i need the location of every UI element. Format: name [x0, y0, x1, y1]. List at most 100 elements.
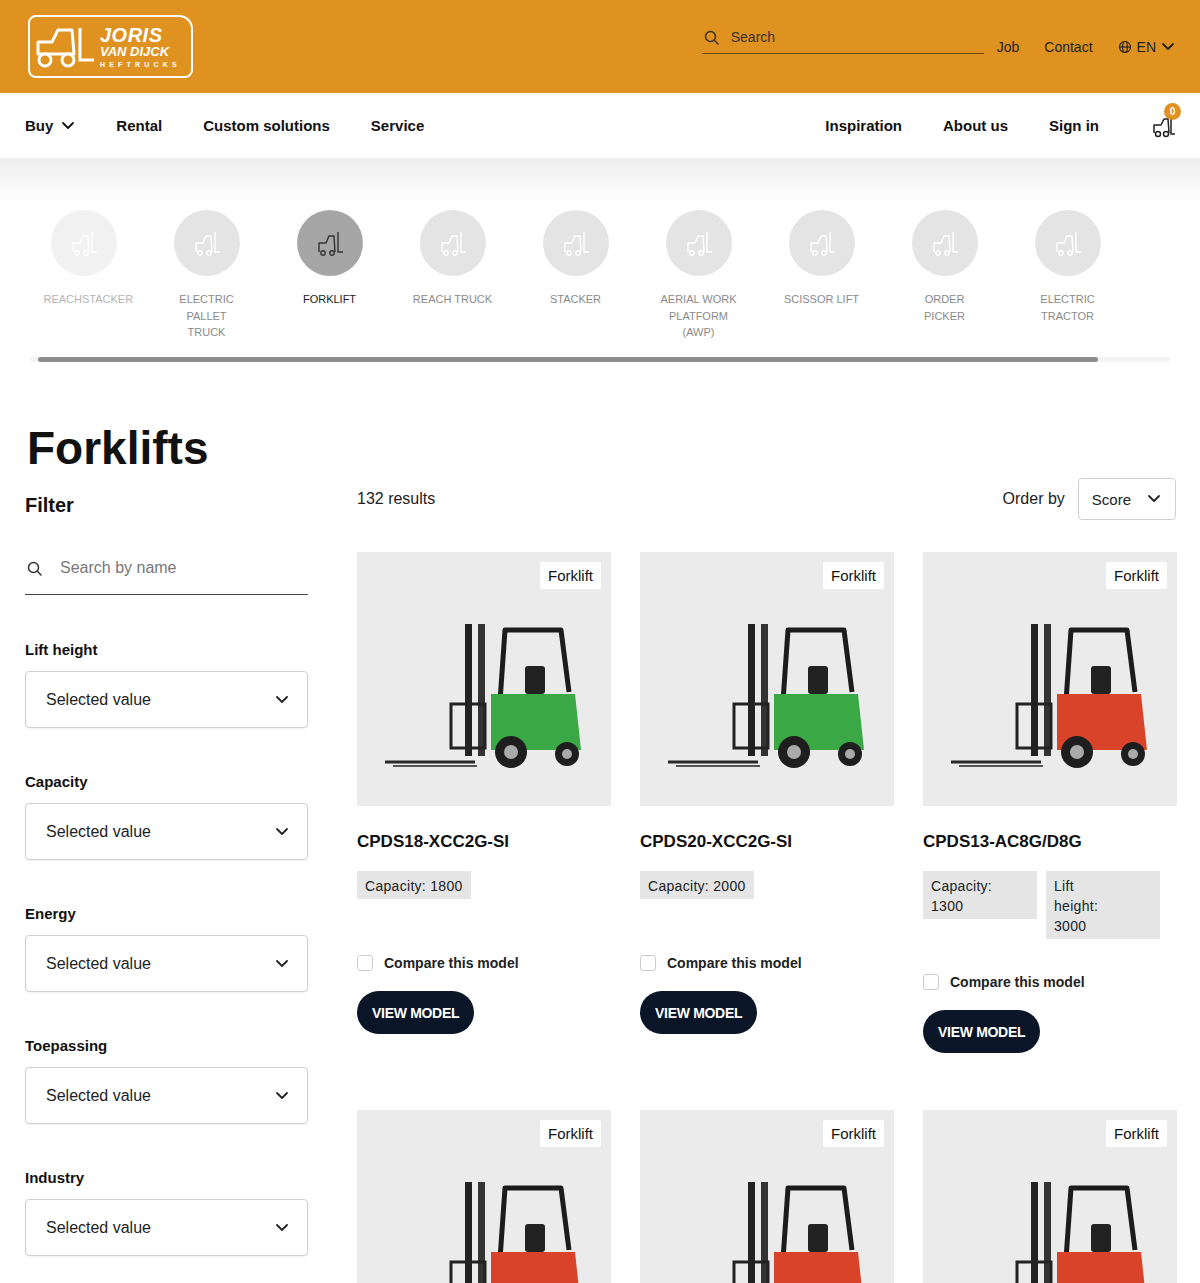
forklift-image-icon	[379, 1174, 589, 1283]
nav-label: Rental	[116, 117, 162, 134]
filter-select[interactable]: Selected value	[25, 671, 308, 728]
category-label: REACH TRUCK	[413, 291, 493, 308]
chevron-down-icon	[275, 957, 289, 971]
compare-option[interactable]: Compare this model	[923, 973, 1177, 991]
nav-link[interactable]: Inspiration	[825, 117, 902, 134]
filter-select[interactable]: Selected value	[25, 935, 308, 992]
category-vehicle-icon	[69, 228, 99, 258]
compare-label: Compare this model	[950, 973, 1085, 991]
category-item[interactable]: REACHSTACKER	[22, 210, 145, 341]
results-bar: 132 results Order by Score	[357, 478, 1176, 520]
chevron-down-icon	[61, 119, 75, 133]
product-grid: Forklift CPDS18-XCC2G-SI Capacity: 1800 Com…	[357, 552, 1176, 1283]
category-row: REACHSTACKERELECTRIC PALLET TRUCK FORKLIF…	[0, 210, 1200, 341]
category-item[interactable]: SCISSOR LIFT	[760, 210, 883, 341]
product-title[interactable]: CPDS13-AC8G/D8G	[923, 832, 1177, 852]
chevron-down-icon	[1161, 40, 1175, 54]
forklift-image-icon-wrap	[945, 616, 1155, 776]
filter-group: Toepassing Selected value	[25, 1036, 308, 1124]
results-count: 132 results	[357, 490, 435, 508]
category-label: FORKLIFT	[290, 291, 370, 308]
language-selector[interactable]: EN	[1118, 39, 1175, 55]
filter-select[interactable]: Selected value	[25, 1199, 308, 1256]
logo-text: JORISVAN DIJCKHEFTRUCKS	[100, 25, 181, 68]
category-circle	[420, 210, 486, 276]
compare-checkbox[interactable]	[923, 974, 939, 990]
nav-link[interactable]: Rental	[116, 117, 162, 134]
product-image[interactable]: Forklift	[640, 1110, 894, 1283]
category-vehicle-icon-wrap	[684, 228, 714, 258]
nav-label: Sign in	[1049, 117, 1099, 134]
top-link[interactable]: Contact	[1044, 39, 1092, 55]
forklift-image-icon	[379, 616, 589, 776]
nav-link[interactable]: Service	[371, 117, 424, 134]
filter-label: Toepassing	[25, 1036, 308, 1056]
filter-select[interactable]: Selected value	[25, 803, 308, 860]
product-card: ForkliftCPDS13-AC8G/D8GCapacity: 1300Lif…	[923, 552, 1177, 1053]
category-circle	[51, 210, 117, 276]
nav-link[interactable]: Buy	[25, 117, 75, 134]
name-search-input[interactable]	[60, 559, 308, 577]
logo[interactable]: JORISVAN DIJCKHEFTRUCKS	[28, 15, 193, 78]
product-title[interactable]: CPDS20-XCC2G-SI	[640, 832, 894, 852]
view-model-button[interactable]: VIEW MODEL	[923, 1010, 1040, 1053]
cart-button[interactable]: 0	[1151, 114, 1175, 138]
forklift-image-icon-wrap	[945, 1174, 1155, 1283]
filter-select[interactable]: Selected value	[25, 1067, 308, 1124]
chevron-down-icon	[275, 1221, 289, 1235]
globe-icon-wrap	[1118, 40, 1132, 54]
category-vehicle-icon-wrap	[192, 228, 222, 258]
spec-chip: Lift height: 3000	[1046, 871, 1160, 939]
category-item[interactable]: ELECTRIC TRACTOR	[1006, 210, 1129, 341]
category-item[interactable]: FORKLIFT	[268, 210, 391, 341]
compare-option[interactable]: Compare this model	[640, 954, 894, 972]
product-image[interactable]: Forklift	[357, 552, 611, 806]
filter-value: Selected value	[46, 823, 151, 841]
top-link[interactable]: Job	[997, 39, 1020, 55]
order-select[interactable]: Score	[1078, 478, 1176, 520]
header-search	[702, 29, 984, 54]
category-item[interactable]: ORDER PICKER	[883, 210, 1006, 341]
language-label: EN	[1137, 39, 1156, 55]
scrollbar-track	[30, 357, 1170, 362]
nav-link[interactable]: Sign in	[1049, 117, 1099, 134]
compare-label: Compare this model	[384, 954, 519, 972]
scrollbar-thumb[interactable]	[38, 357, 1098, 362]
view-model-button[interactable]: VIEW MODEL	[640, 991, 757, 1034]
filter-group: EnergySelected value	[25, 904, 308, 992]
main-nav: Buy Rental Custom solutions Service Inspirat…	[0, 93, 1200, 159]
product-title[interactable]: CPDS18-XCC2G-SI	[357, 832, 611, 852]
product-image[interactable]: Forklift	[357, 1110, 611, 1283]
compare-option[interactable]: Compare this model	[357, 954, 611, 972]
product-image[interactable]: Forklift	[923, 1110, 1177, 1283]
category-vehicle-icon	[1053, 228, 1083, 258]
category-item[interactable]: STACKER	[514, 210, 637, 341]
nav-link[interactable]: Custom solutions	[203, 117, 330, 134]
header-search-input[interactable]	[731, 29, 984, 45]
filter-heading: Filter	[25, 493, 308, 517]
product-image[interactable]: Forklift	[923, 552, 1177, 806]
chevron-down-icon-wrap	[275, 957, 289, 971]
category-vehicle-icon-wrap	[438, 228, 468, 258]
category-label: SCISSOR LIFT	[782, 291, 862, 308]
forklift-logo-icon-wrap	[32, 24, 96, 70]
category-item[interactable]: REACH TRUCK	[391, 210, 514, 341]
category-item[interactable]: ELECTRIC PALLET TRUCK	[145, 210, 268, 341]
chevron-down-icon-wrap	[275, 1221, 289, 1235]
product-card: Forklift	[357, 1110, 611, 1283]
top-bar: JORISVAN DIJCKHEFTRUCKS Job Contact EN	[0, 0, 1200, 93]
compare-checkbox[interactable]	[357, 955, 373, 971]
order-label: Order by	[1003, 490, 1065, 508]
view-model-button[interactable]: VIEW MODEL	[357, 991, 474, 1034]
category-label: ELECTRIC TRACTOR	[1028, 291, 1108, 324]
category-item[interactable]: AERIAL WORK PLATFORM (AWP)	[637, 210, 760, 341]
chevron-down-icon	[275, 1089, 289, 1103]
product-image[interactable]: Forklift	[640, 552, 894, 806]
nav-link[interactable]: About us	[943, 117, 1008, 134]
spec-chip: Capacity: 1800	[357, 871, 471, 899]
search-icon	[27, 561, 42, 576]
category-vehicle-icon-wrap	[1053, 228, 1083, 258]
category-vehicle-icon-wrap	[930, 228, 960, 258]
compare-checkbox[interactable]	[640, 955, 656, 971]
page: JORISVAN DIJCKHEFTRUCKS Job Contact EN Buy Re…	[0, 0, 1200, 1283]
